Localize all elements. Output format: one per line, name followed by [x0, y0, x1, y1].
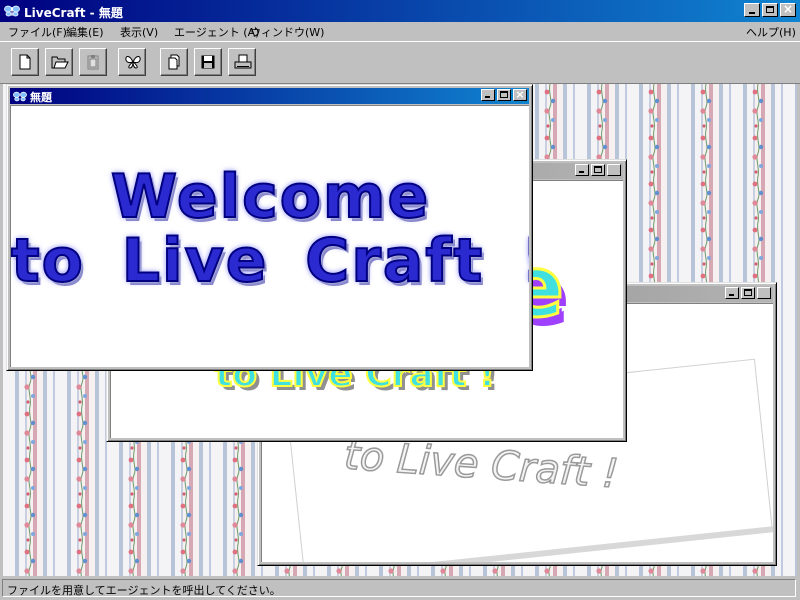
- maximize-icon: [500, 91, 508, 98]
- status-text: ファイルを用意してエージェントを呼出してください。: [7, 584, 281, 597]
- new-button[interactable]: [11, 48, 39, 76]
- open-button[interactable]: [45, 48, 73, 76]
- clipboard-icon: [87, 55, 99, 70]
- child-close-button[interactable]: ×: [513, 88, 527, 101]
- agent-button[interactable]: [118, 48, 146, 76]
- menu-window[interactable]: ウィンドウ(W): [250, 24, 324, 40]
- butterfly-icon: [4, 5, 20, 17]
- toolbar: [0, 41, 800, 84]
- child-minimize-button[interactable]: [725, 287, 739, 299]
- welcome-line2: to Live Craft !: [11, 226, 529, 296]
- mdi-workspace: × me to Live Craft ! ×: [3, 84, 797, 576]
- maximize-icon: [766, 6, 774, 13]
- copy-button[interactable]: [160, 48, 188, 76]
- menu-agent[interactable]: エージェント (A): [174, 24, 259, 40]
- save-button[interactable]: [194, 48, 222, 76]
- copy-pages-icon: [168, 54, 180, 70]
- child-maximize-button[interactable]: [591, 164, 605, 176]
- close-icon: ×: [609, 163, 619, 176]
- child-title-text: 無題: [30, 91, 52, 104]
- document-window-front[interactable]: 無題 × Welcome to Live Craft !: [6, 84, 533, 371]
- print-button[interactable]: [228, 48, 256, 76]
- paste-button[interactable]: [79, 48, 107, 76]
- close-icon: ×: [759, 286, 769, 299]
- child-minimize-button[interactable]: [481, 89, 495, 101]
- child-minimize-button[interactable]: [575, 164, 589, 176]
- app-title: LiveCraft - 無題: [24, 6, 123, 20]
- status-panel: ファイルを用意してエージェントを呼出してください。: [2, 579, 796, 597]
- maximize-button[interactable]: [762, 3, 778, 17]
- minimize-icon: [485, 96, 490, 98]
- child-title-bar-front[interactable]: 無題 ×: [10, 88, 529, 104]
- menu-file[interactable]: ファイル(F): [8, 24, 67, 40]
- butterfly-icon: [13, 91, 27, 102]
- main-window: LiveCraft - 無題 × ファイル(F) 編集(E) 表示(V) エージ…: [0, 0, 800, 600]
- minimize-button[interactable]: [744, 3, 760, 17]
- menu-view[interactable]: 表示(V): [120, 24, 158, 40]
- minimize-icon: [749, 12, 755, 14]
- minimize-icon: [579, 171, 584, 173]
- close-button[interactable]: ×: [780, 2, 796, 17]
- close-icon: ×: [782, 2, 794, 16]
- close-icon: ×: [515, 88, 525, 101]
- child-close-button[interactable]: ×: [757, 286, 771, 299]
- welcome-line1: Welcome: [110, 162, 431, 232]
- menu-bar: ファイル(F) 編集(E) 表示(V) エージェント (A) ウィンドウ(W) …: [0, 22, 800, 41]
- child-maximize-button[interactable]: [741, 287, 755, 299]
- maximize-icon: [744, 289, 752, 296]
- open-folder-icon: [51, 56, 69, 69]
- butterfly-icon: [125, 56, 141, 69]
- minimize-icon: [729, 294, 734, 296]
- save-disk-icon: [201, 55, 215, 69]
- menu-help[interactable]: ヘルプ(H): [746, 24, 796, 40]
- child-close-button[interactable]: ×: [607, 163, 621, 176]
- child-maximize-button[interactable]: [497, 89, 511, 101]
- menu-edit[interactable]: 編集(E): [66, 24, 104, 40]
- status-bar: ファイルを用意してエージェントを呼出してください。: [0, 576, 800, 600]
- print-icon: [234, 54, 252, 69]
- maximize-icon: [594, 166, 602, 173]
- document-canvas-front[interactable]: Welcome to Live Craft !: [10, 105, 529, 367]
- new-document-icon: [19, 54, 31, 70]
- app-title-bar[interactable]: LiveCraft - 無題 ×: [0, 0, 800, 22]
